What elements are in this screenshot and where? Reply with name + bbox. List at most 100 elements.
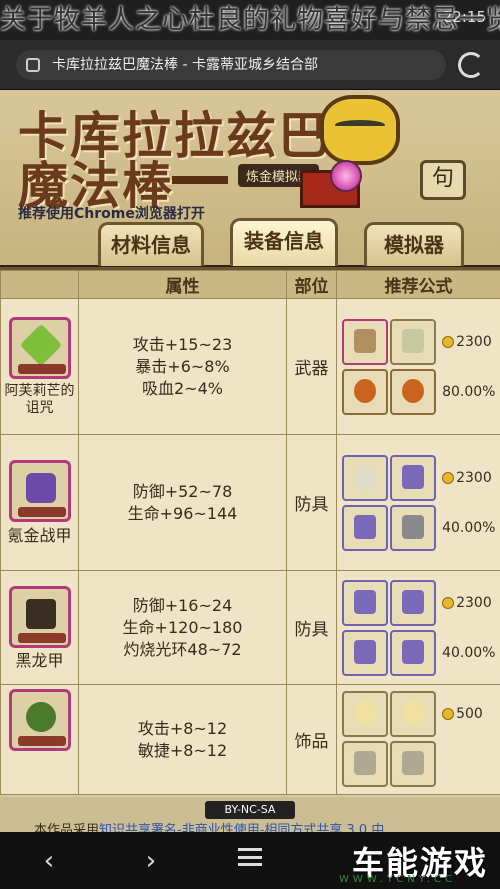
forward-nav-icon[interactable]: › xyxy=(134,844,168,878)
formula-cost: 2300 xyxy=(442,595,492,611)
formula-cell: 2300 40.00% xyxy=(336,570,500,685)
coin-icon xyxy=(442,708,455,720)
attr-line: 吸血2~4% xyxy=(142,378,223,398)
coin-icon xyxy=(442,335,455,348)
source-tag xyxy=(17,506,66,517)
reload-icon[interactable] xyxy=(458,52,484,78)
slot-cell: 防具 xyxy=(286,434,337,571)
wand-head xyxy=(320,95,400,165)
lock-icon xyxy=(26,58,40,72)
formula-cost: 2300 xyxy=(442,334,492,350)
table-row: 阿芙莉芒的诅咒 攻击+15~23 暴击+6~8% 吸血2~4% 武器 2300 … xyxy=(0,298,500,435)
tab-materials[interactable]: 材料信息 xyxy=(98,222,204,266)
attr-cell: 攻击+15~23 暴击+6~8% 吸血2~4% xyxy=(78,298,287,435)
table-row: 攻击+8~12 敏捷+8~12 饰品 500 xyxy=(0,684,500,795)
equip-cell[interactable]: 黑龙甲 xyxy=(0,570,79,685)
material-crystal-icon[interactable] xyxy=(390,579,436,626)
amulet-shape xyxy=(25,702,56,732)
dragon-armor-shape xyxy=(25,599,56,629)
material-meat-icon[interactable] xyxy=(342,368,388,415)
material-cream-icon[interactable] xyxy=(390,691,436,737)
amulet-icon[interactable] xyxy=(8,689,71,751)
formula-cell: 2300 40.00% xyxy=(336,434,500,571)
attr-cell: 防御+52~78 生命+96~144 xyxy=(78,434,287,571)
slot-cell: 饰品 xyxy=(286,684,337,795)
formula-rate: 40.00% xyxy=(442,644,496,661)
license-footer: BY-NC-SA 本作品采用知识共享署名-非商业性使用-相同方式共享 3.0 中 xyxy=(0,797,500,838)
material-scroll-icon[interactable] xyxy=(342,318,388,365)
attr-line: 敏捷+8~12 xyxy=(137,740,228,760)
material-lantern-icon[interactable] xyxy=(390,318,436,365)
back-button[interactable]: 句 xyxy=(420,160,466,200)
attr-line: 生命+96~144 xyxy=(127,503,238,523)
header-empty xyxy=(0,270,79,299)
staff-shape xyxy=(19,323,62,366)
header-slot: 部位 xyxy=(286,270,337,299)
url-text: 卡库拉拉兹巴魔法棒 - 卡露蒂亚城乡结合部 xyxy=(52,57,318,73)
attr-line: 生命+120~180 xyxy=(122,617,243,637)
material-meat-icon[interactable] xyxy=(390,368,436,415)
equip-name: 氪金战甲 xyxy=(7,525,72,545)
tab-simulator[interactable]: 模拟器 xyxy=(364,222,464,266)
formula-cost: 500 xyxy=(442,706,483,722)
material-crystal-icon[interactable] xyxy=(390,504,436,551)
formula-cell: 2300 80.00% xyxy=(336,298,500,435)
coin-icon xyxy=(442,471,455,484)
attr-cell: 攻击+8~12 敏捷+8~12 xyxy=(78,684,287,795)
equip-cell[interactable]: 氪金战甲 xyxy=(0,434,79,571)
attr-line: 攻击+8~12 xyxy=(137,718,228,738)
material-crystal-icon[interactable] xyxy=(342,629,388,676)
equip-cell[interactable] xyxy=(0,684,79,795)
equip-cell[interactable]: 阿芙莉芒的诅咒 xyxy=(0,298,79,435)
equipment-table: 属性 部位 推荐公式 阿芙莉芒的诅咒 攻击+15~23 暴击+6~8% 吸血2~… xyxy=(0,270,500,795)
source-tag xyxy=(17,363,66,374)
browser-hint: 推荐使用Chrome浏览器打开 xyxy=(18,206,205,222)
attr-line: 灼烧光环48~72 xyxy=(123,639,242,659)
article-title-overlay: 关于牧羊人之心杜良的礼物喜好与禁忌一览 xyxy=(0,5,500,35)
material-crystal-icon[interactable] xyxy=(342,504,388,551)
equip-name: 黑龙甲 xyxy=(15,651,64,670)
banner-dash xyxy=(172,176,228,184)
table-header-row: 属性 部位 推荐公式 xyxy=(0,270,500,299)
attr-line: 防御+52~78 xyxy=(132,481,233,501)
attr-line: 暴击+6~8% xyxy=(135,356,230,376)
pink-orb xyxy=(330,160,362,192)
armor-shape xyxy=(25,472,56,503)
attr-line: 防御+16~24 xyxy=(132,595,233,615)
equip-name: 阿芙莉芒的诅咒 xyxy=(4,382,75,416)
source-tag xyxy=(17,633,66,643)
dragon-armor-icon[interactable] xyxy=(8,586,71,648)
material-icon[interactable] xyxy=(342,741,388,787)
menu-icon[interactable] xyxy=(238,848,262,866)
table-row: 黑龙甲 防御+16~24 生命+120~180 灼烧光环48~72 防具 230… xyxy=(0,570,500,685)
material-icon[interactable] xyxy=(390,741,436,787)
slot-cell: 武器 xyxy=(286,298,337,435)
cc-license-badge[interactable]: BY-NC-SA xyxy=(205,801,295,819)
header-formula: 推荐公式 xyxy=(336,270,500,299)
source-tag xyxy=(17,736,66,746)
coin-icon xyxy=(442,596,455,609)
table-row: 氪金战甲 防御+52~78 生命+96~144 防具 2300 40.00% xyxy=(0,434,500,571)
material-beads-icon[interactable] xyxy=(342,454,388,501)
header-attributes: 属性 xyxy=(78,270,287,299)
material-cream-icon[interactable] xyxy=(342,691,388,737)
attr-line: 攻击+15~23 xyxy=(132,334,233,354)
equipment-table-panel: 属性 部位 推荐公式 阿芙莉芒的诅咒 攻击+15~23 暴击+6~8% 吸血2~… xyxy=(0,267,500,797)
slot-cell: 防具 xyxy=(286,570,337,685)
wand-face xyxy=(335,120,385,130)
url-field[interactable]: 卡库拉拉兹巴魔法棒 - 卡露蒂亚城乡结合部 xyxy=(16,50,446,80)
staff-icon[interactable] xyxy=(8,316,71,379)
brand-watermark-url: WWW.YCNY.CC xyxy=(339,874,456,885)
cc-badge-text: BY-NC-SA xyxy=(224,803,276,816)
material-crystal-icon[interactable] xyxy=(342,579,388,626)
formula-cost: 2300 xyxy=(442,470,492,486)
browser-address-bar: 卡库拉拉兹巴魔法棒 - 卡露蒂亚城乡结合部 xyxy=(0,40,500,90)
back-nav-icon[interactable]: ‹ xyxy=(32,844,66,878)
material-crystal-icon[interactable] xyxy=(390,629,436,676)
formula-rate: 40.00% xyxy=(442,519,496,536)
material-crystal-icon[interactable] xyxy=(390,454,436,501)
armor-icon[interactable] xyxy=(8,459,71,522)
formula-cell: 500 xyxy=(336,684,500,795)
attr-cell: 防御+16~24 生命+120~180 灼烧光环48~72 xyxy=(78,570,287,685)
tab-equipment[interactable]: 装备信息 xyxy=(230,218,338,266)
